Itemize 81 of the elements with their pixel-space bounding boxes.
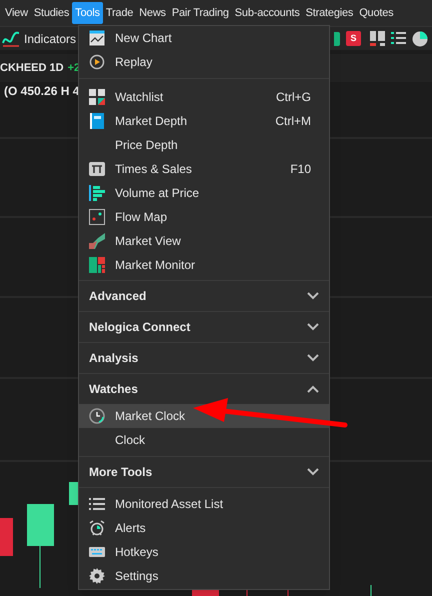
menu-item[interactable]: Market Depth Ctrl+M <box>79 109 329 133</box>
menu-item[interactable]: Settings <box>79 564 329 588</box>
candle <box>69 482 79 505</box>
s-button[interactable]: S <box>346 31 361 46</box>
indicator-lines-icon <box>2 30 20 46</box>
menu-item-label: Watchlist <box>115 89 164 106</box>
menu-item[interactable]: Times & Sales F10 <box>79 157 329 181</box>
menu-bar-item[interactable]: News <box>136 2 169 24</box>
menu-bar-item[interactable]: Strategies <box>302 2 356 24</box>
candle <box>0 518 13 556</box>
section-header[interactable]: Analysis <box>79 343 329 373</box>
menu-item[interactable]: Market Monitor <box>79 253 329 277</box>
menu-item[interactable]: Flow Map <box>79 205 329 229</box>
section-header[interactable]: Advanced <box>79 281 329 311</box>
section-title: More Tools <box>89 464 154 481</box>
section-header[interactable]: Watches <box>79 374 329 404</box>
menu-item[interactable]: Clock <box>79 428 329 452</box>
menu-item-label: Hotkeys <box>115 544 160 561</box>
menu-item-label: Price Depth <box>115 137 179 154</box>
layout-icon[interactable] <box>370 31 385 46</box>
alarm-clock-icon <box>89 520 105 536</box>
settings-icon <box>89 568 105 584</box>
menu-item-label: Flow Map <box>115 209 168 226</box>
menu-item-label: Alerts <box>115 520 147 537</box>
menu-item-label: Market Clock <box>115 408 186 425</box>
shortcut-label: F10 <box>290 161 312 178</box>
menu-item[interactable]: Hotkeys <box>79 540 329 564</box>
menu-item[interactable]: Price Depth <box>79 133 329 157</box>
menu-bar-item[interactable]: Sub-accounts <box>232 2 303 24</box>
pie-chart-icon[interactable] <box>412 30 428 46</box>
menu-item-label: New Chart <box>115 30 173 47</box>
grid-icon <box>89 89 105 105</box>
menu-item[interactable]: Alerts <box>79 516 329 540</box>
menu-item[interactable]: Watchlist Ctrl+G <box>79 85 329 109</box>
times-sales-icon <box>89 161 105 177</box>
book-icon <box>89 113 105 129</box>
chevron-down-icon <box>307 354 319 362</box>
chevron-down-icon <box>307 323 319 331</box>
menu-item[interactable]: Monitored Asset List <box>79 492 329 516</box>
menu-item[interactable]: New Chart <box>79 26 329 50</box>
menu-item-label: Times & Sales <box>115 161 193 178</box>
shortcut-label: Ctrl+G <box>276 89 312 106</box>
section-title: Advanced <box>89 288 148 305</box>
section-header[interactable]: Nelogica Connect <box>79 312 329 342</box>
menu-bar-item[interactable]: Pair Trading <box>168 2 232 24</box>
menu-item[interactable]: Market View <box>79 229 329 253</box>
menu-item[interactable]: Volume at Price <box>79 181 329 205</box>
menu-item-label: Market View <box>115 233 182 250</box>
menu-item-label: Settings <box>115 568 160 585</box>
section-title: Nelogica Connect <box>89 319 192 336</box>
chart-window-icon <box>89 30 105 46</box>
menu-item-label: Clock <box>115 432 146 449</box>
tool-tab-icon[interactable] <box>334 32 340 46</box>
clock-icon <box>89 408 105 424</box>
flow-map-icon <box>89 209 105 225</box>
keyboard-icon <box>89 544 105 560</box>
section-title: Analysis <box>89 350 140 367</box>
indicators-label[interactable]: Indicators <box>24 30 76 48</box>
menu-bar-item[interactable]: Trade <box>102 2 136 24</box>
menu-bar-item[interactable]: Quotes <box>356 2 396 24</box>
replay-icon <box>89 54 105 70</box>
menu-bar-item[interactable]: Studies <box>30 2 72 24</box>
list-icon[interactable] <box>391 31 406 46</box>
monitor-tiles-icon <box>89 257 105 273</box>
section-header[interactable]: More Tools <box>79 457 329 487</box>
shortcut-label: Ctrl+M <box>275 113 312 130</box>
menu-item-label: Market Monitor <box>115 257 196 274</box>
list-icon <box>89 496 105 512</box>
chevron-down-icon <box>307 292 319 300</box>
menu-item-label: Monitored Asset List <box>115 496 224 513</box>
menu-item-label: Volume at Price <box>115 185 200 202</box>
menu-item-label: Replay <box>115 54 154 71</box>
section-title: Watches <box>89 381 139 398</box>
menu-item-label: Market Depth <box>115 113 188 130</box>
chevron-down-icon <box>307 468 319 476</box>
volume-bars-icon <box>89 185 105 201</box>
menu-item[interactable]: Replay <box>79 50 329 74</box>
symbol-label: CKHEED 1D <box>0 60 64 76</box>
menu-bar-item[interactable]: View <box>2 2 31 24</box>
area-chart-icon <box>89 233 105 249</box>
chevron-up-icon <box>307 385 319 393</box>
